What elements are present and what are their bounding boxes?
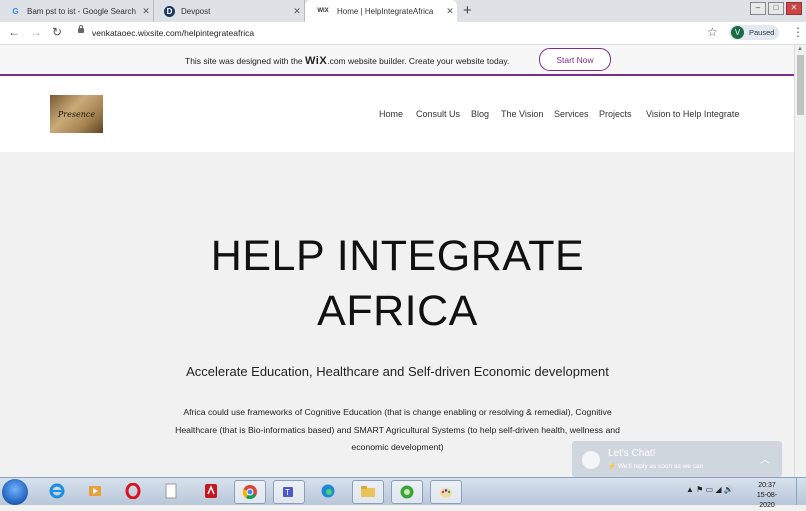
bookmark-star-icon[interactable]: ☆ — [707, 25, 718, 39]
nav-consult-us[interactable]: Consult Us — [416, 109, 460, 119]
close-window-icon[interactable]: ✕ — [786, 2, 802, 15]
minimize-icon[interactable]: – — [750, 2, 766, 15]
chevron-up-icon[interactable]: ︿ — [760, 451, 770, 466]
clock-time: 20:37 — [758, 482, 776, 489]
nav-blog[interactable]: Blog — [471, 109, 489, 119]
tab-help-integrate-africa[interactable]: WIX Home | HelpIntegrateAfrica ✕ — [305, 0, 457, 22]
description-line-3: economic development) — [351, 442, 444, 452]
site-header: Presence Home Consult Us Blog The Vision… — [0, 76, 794, 152]
avatar: V — [731, 26, 744, 39]
tab-title: Bam pst to ist - Google Search — [27, 6, 136, 16]
chat-bubble-icon — [582, 451, 600, 469]
back-icon[interactable]: ← — [8, 25, 20, 39]
close-icon[interactable]: ✕ — [139, 6, 153, 17]
green-app-icon[interactable] — [391, 480, 423, 504]
new-tab-icon[interactable]: + — [463, 2, 472, 19]
browser-tab-strip: G Bam pst to ist - Google Search ✕ D Dev… — [0, 0, 806, 22]
nav-vision-to-help-integrate[interactable]: Vision to Help Integrate — [646, 109, 739, 119]
banner-text-after: .com website builder. Create your websit… — [327, 56, 510, 66]
hero-description: Africa could use frameworks of Cognitive… — [150, 404, 645, 457]
teams-icon[interactable]: T — [273, 480, 305, 504]
window-controls: – □ ✕ — [748, 2, 802, 15]
chrome-icon[interactable] — [234, 480, 266, 504]
hero-title: HELP INTEGRATE AFRICA — [120, 229, 675, 339]
chat-subtitle: ⚡ We'll reply as soon as we can — [608, 463, 704, 470]
clock-date: 15-08-2020 — [756, 492, 778, 509]
sync-status: Paused — [749, 28, 775, 37]
tab-google-search[interactable]: G Bam pst to ist - Google Search ✕ — [0, 0, 154, 22]
forward-icon[interactable]: → — [30, 25, 42, 39]
banner-text-before: This site was designed with the — [185, 56, 306, 66]
description-line-2: Healthcare (that is Bio-informatics base… — [175, 424, 620, 435]
nav-the-vision[interactable]: The Vision — [501, 109, 543, 119]
address-bar[interactable]: venkataoec.wixsite.com/helpintegrateafri… — [92, 28, 254, 38]
nav-home[interactable]: Home — [379, 109, 403, 119]
close-icon[interactable]: ✕ — [290, 6, 304, 17]
acrobat-icon[interactable] — [196, 480, 226, 502]
more-menu-icon[interactable]: ⋮ — [792, 25, 804, 39]
browser-toolbar: ← → ↻ venkataoec.wixsite.com/helpintegra… — [0, 22, 806, 45]
document-icon[interactable] — [156, 480, 186, 502]
nav-projects[interactable]: Projects — [599, 109, 632, 119]
opera-icon[interactable] — [118, 480, 148, 502]
start-now-button[interactable]: Start Now — [539, 48, 611, 71]
devpost-icon: D — [164, 5, 175, 17]
hero-title-line-1: HELP INTEGRATE — [210, 232, 585, 280]
file-explorer-icon[interactable] — [352, 480, 384, 504]
svg-text:T: T — [285, 488, 290, 497]
internet-explorer-icon[interactable] — [42, 480, 72, 502]
scroll-up-icon[interactable]: ▲ — [797, 46, 803, 52]
maximize-icon[interactable]: □ — [768, 2, 784, 15]
start-button-icon[interactable] — [2, 479, 28, 505]
profile-button[interactable]: V Paused — [729, 25, 779, 40]
paint-icon[interactable] — [430, 480, 462, 504]
hero-title-line-2: AFRICA — [317, 287, 478, 335]
tab-title: Devpost — [181, 6, 211, 16]
page-scrollbar[interactable]: ▲ — [794, 45, 806, 477]
tab-devpost[interactable]: D Devpost ✕ — [154, 0, 305, 22]
lock-icon[interactable] — [78, 25, 84, 33]
windows-taskbar: T ▲ ⚑ ▭ ◢ 🔊 20:37 15-08-2020 — [0, 477, 806, 509]
wix-logo: WiX — [305, 55, 328, 67]
nav-services[interactable]: Services — [554, 109, 589, 119]
reload-icon[interactable]: ↻ — [52, 25, 62, 39]
tab-title: Home | HelpIntegrateAfrica — [337, 6, 434, 16]
wix-banner-text: This site was designed with the WiX.com … — [185, 55, 509, 67]
chat-title: Let's Chat! — [608, 448, 656, 459]
media-player-icon[interactable] — [80, 480, 110, 502]
taskbar-clock[interactable]: 20:37 15-08-2020 — [750, 481, 784, 511]
edge-icon[interactable] — [313, 480, 343, 502]
description-line-1: Africa could use frameworks of Cognitive… — [183, 407, 612, 417]
logo-text: Presence — [57, 109, 96, 119]
chat-widget[interactable]: Let's Chat! ⚡ We'll reply as soon as we … — [572, 441, 782, 477]
google-icon: G — [12, 6, 19, 16]
system-tray[interactable]: ▲ ⚑ ▭ ◢ 🔊 — [686, 485, 734, 494]
hero-subtitle: Accelerate Education, Healthcare and Sel… — [186, 364, 609, 379]
scrollbar-thumb[interactable] — [797, 55, 804, 115]
wix-banner: This site was designed with the WiX.com … — [0, 45, 806, 76]
wix-icon: WIX — [317, 8, 329, 14]
chat-subtitle-text: We'll reply as soon as we can — [617, 463, 704, 470]
close-icon[interactable]: ✕ — [443, 6, 457, 17]
show-desktop-button[interactable] — [796, 478, 806, 505]
site-logo[interactable]: Presence — [50, 95, 103, 133]
